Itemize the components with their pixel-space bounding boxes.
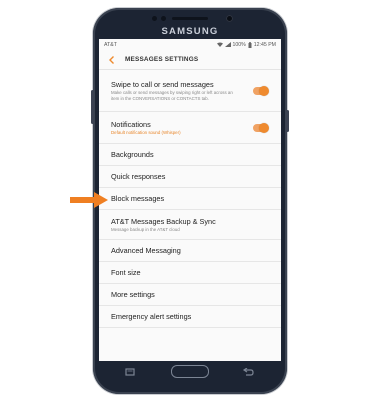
recents-icon[interactable] xyxy=(124,368,136,376)
front-camera xyxy=(226,15,233,22)
callout-arrow-icon xyxy=(70,192,108,208)
setting-swipe-to-call[interactable]: Swipe to call or send messages Make call… xyxy=(99,70,281,112)
battery-icon xyxy=(248,41,252,48)
light-sensor xyxy=(161,16,166,21)
setting-subtitle: Default notification sound (Whisper) xyxy=(111,129,181,135)
signal-icon xyxy=(224,42,231,47)
app-bar: MESSAGES SETTINGS xyxy=(99,50,281,70)
power-button xyxy=(286,110,289,132)
setting-title: Font size xyxy=(111,268,141,277)
back-arrow-icon[interactable] xyxy=(107,55,117,65)
notifications-toggle[interactable] xyxy=(253,122,269,133)
settings-list: Swipe to call or send messages Make call… xyxy=(99,70,281,328)
setting-title: Notifications xyxy=(111,119,151,129)
setting-more-settings[interactable]: More settings xyxy=(99,284,281,306)
setting-subtitle: Message backup in the AT&T cloud xyxy=(111,226,180,232)
setting-block-messages[interactable]: Block messages xyxy=(99,188,281,210)
setting-title: Swipe to call or send messages xyxy=(111,80,214,90)
setting-title: Block messages xyxy=(111,194,165,203)
setting-title: More settings xyxy=(111,290,155,299)
volume-button xyxy=(91,90,94,124)
carrier-label: AT&T xyxy=(104,41,117,48)
page-title: MESSAGES SETTINGS xyxy=(125,56,199,63)
setting-emergency-alerts[interactable]: Emergency alert settings xyxy=(99,306,281,328)
status-bar: AT&T 100% 12:45 PM xyxy=(99,39,281,50)
battery-percent: 100% xyxy=(232,41,246,48)
setting-title: Backgrounds xyxy=(111,150,154,159)
home-button[interactable] xyxy=(171,365,209,378)
earpiece-speaker xyxy=(172,17,208,20)
setting-quick-responses[interactable]: Quick responses xyxy=(99,166,281,188)
back-key-icon[interactable] xyxy=(242,368,254,376)
setting-advanced-messaging[interactable]: Advanced Messaging xyxy=(99,240,281,262)
setting-backgrounds[interactable]: Backgrounds xyxy=(99,144,281,166)
wifi-icon xyxy=(216,42,223,47)
setting-title: Advanced Messaging xyxy=(111,246,181,255)
setting-title: AT&T Messages Backup & Sync xyxy=(111,216,216,226)
setting-font-size[interactable]: Font size xyxy=(99,262,281,284)
brand-logo: SAMSUNG xyxy=(161,26,219,37)
proximity-sensor xyxy=(152,16,157,21)
setting-notifications[interactable]: Notifications Default notification sound… xyxy=(99,112,281,144)
setting-subtitle: Make calls or send messages by swiping r… xyxy=(111,90,233,101)
status-indicators: 100% 12:45 PM xyxy=(216,41,276,48)
swipe-toggle[interactable] xyxy=(253,85,269,96)
setting-title: Quick responses xyxy=(111,172,166,181)
setting-backup-sync[interactable]: AT&T Messages Backup & Sync Message back… xyxy=(99,210,281,240)
setting-title: Emergency alert settings xyxy=(111,312,192,321)
clock: 12:45 PM xyxy=(253,41,276,48)
phone-screen: AT&T 100% 12:45 PM MESSAGES SETTINGS Swi… xyxy=(99,39,281,361)
